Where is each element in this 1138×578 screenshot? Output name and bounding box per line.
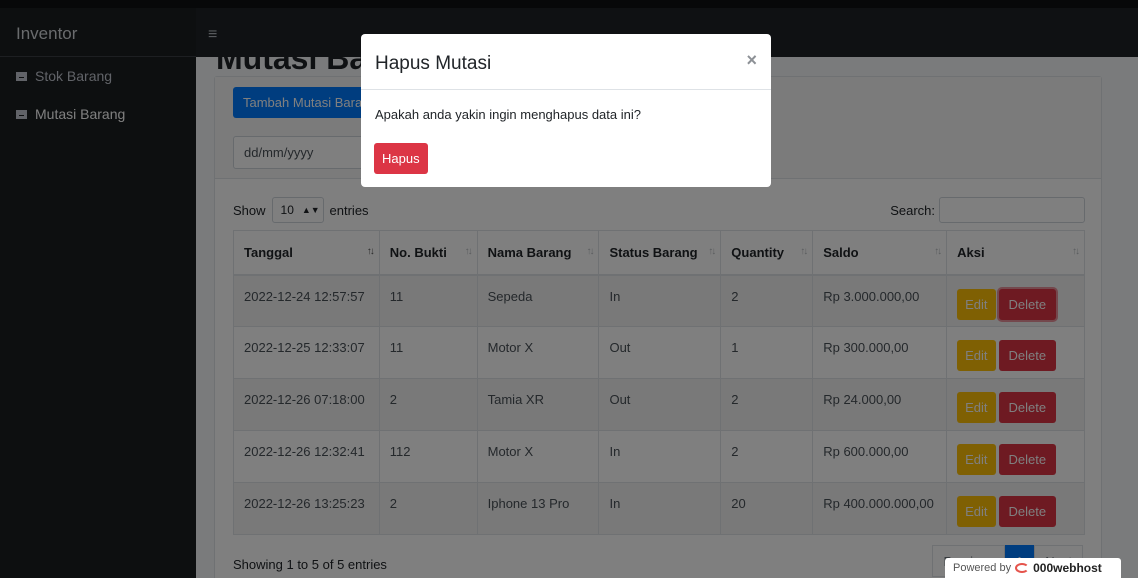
confirm-delete-button[interactable]: Hapus [374, 143, 428, 174]
webhost-logo-icon [1015, 563, 1030, 573]
powered-prefix: Powered by [953, 562, 1012, 574]
modal-header: Hapus Mutasi × [361, 34, 771, 90]
modal-title: Hapus Mutasi [375, 53, 492, 74]
modal-message: Apakah anda yakin ingin menghapus data i… [375, 107, 641, 122]
delete-confirm-modal: Hapus Mutasi × Apakah anda yakin ingin m… [361, 34, 771, 187]
app-screen: ≡ Inventor Stok Barang Mutasi Barang Mut… [0, 0, 1138, 578]
close-icon[interactable]: × [746, 50, 757, 71]
powered-by-badge[interactable]: Powered by 000webhost [945, 558, 1121, 578]
powered-host: 000webhost [1033, 561, 1102, 575]
